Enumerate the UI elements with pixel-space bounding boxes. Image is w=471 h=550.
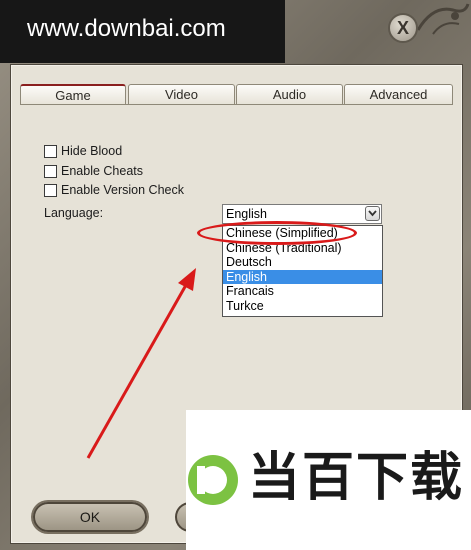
- ok-button[interactable]: OK: [33, 502, 147, 532]
- downbai-logo-icon: [188, 455, 238, 505]
- logo-text: 当百下载: [248, 448, 465, 508]
